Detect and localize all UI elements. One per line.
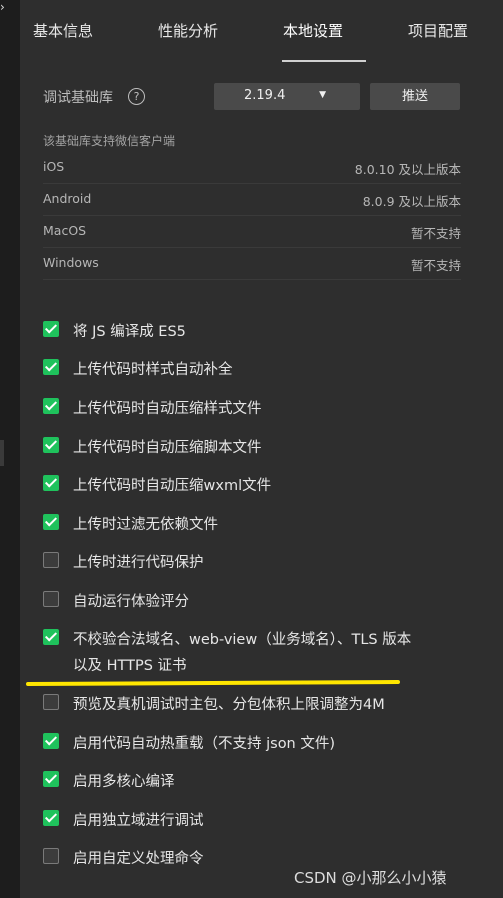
- support-value: 8.0.10 及以上版本: [354, 162, 461, 177]
- option-label: 启用独立域进行调试: [73, 813, 204, 829]
- tab-local-settings[interactable]: 本地设置: [283, 20, 343, 41]
- support-name: Android: [43, 191, 92, 206]
- version-value: 2.19.4: [244, 88, 286, 103]
- settings-panel: 基本信息 性能分析 本地设置 项目配置 调试基础库 ? 2.19.4 ▼ 推送 …: [20, 0, 503, 898]
- option-label: 将 JS 编译成 ES5: [73, 324, 186, 340]
- checkbox-checked[interactable]: [43, 437, 59, 453]
- support-row-ios: iOS 8.0.10 及以上版本: [43, 151, 461, 184]
- checkbox-unchecked[interactable]: [43, 848, 59, 864]
- support-value: 8.0.9 及以上版本: [362, 194, 461, 209]
- highlight-underline: [25, 680, 401, 686]
- checkbox-checked[interactable]: [43, 771, 59, 787]
- help-icon[interactable]: ?: [128, 88, 145, 105]
- checkbox-checked[interactable]: [43, 733, 59, 749]
- checkbox-checked[interactable]: [43, 475, 59, 491]
- checkbox-checked[interactable]: [43, 321, 59, 337]
- checkbox-checked[interactable]: [43, 398, 59, 414]
- tab-bar: 基本信息 性能分析 本地设置 项目配置: [20, 0, 503, 62]
- option-label: 不校验合法域名、web-view（业务域名）、TLS 版本以及 HTTPS 证书: [73, 632, 412, 674]
- option-label: 上传代码时自动压缩样式文件: [73, 401, 262, 417]
- checkbox-checked[interactable]: [43, 359, 59, 375]
- watermark: CSDN @小那么小小猿: [294, 869, 447, 887]
- support-name: iOS: [43, 159, 65, 174]
- support-row-macos: MacOS 暂不支持: [43, 215, 461, 248]
- support-value: 暂不支持: [410, 226, 461, 241]
- support-row-windows: Windows 暂不支持: [43, 247, 461, 280]
- tab-performance[interactable]: 性能分析: [158, 20, 218, 41]
- checkbox-checked[interactable]: [43, 629, 59, 645]
- option-label: 上传时进行代码保护: [73, 555, 204, 571]
- push-button[interactable]: 推送: [370, 83, 460, 110]
- caret-down-icon: ▼: [319, 90, 326, 100]
- option-label: 预览及真机调试时主包、分包体积上限调整为4M: [73, 697, 385, 713]
- close-mark-icon: ›: [0, 0, 5, 14]
- checkbox-unchecked[interactable]: [43, 552, 59, 568]
- checkbox-checked[interactable]: [43, 514, 59, 530]
- support-title: 该基础库支持微信客户端: [43, 134, 176, 148]
- support-row-android: Android 8.0.9 及以上版本: [43, 183, 461, 216]
- tab-project-config[interactable]: 项目配置: [408, 20, 468, 41]
- option-label: 上传代码时自动压缩脚本文件: [73, 440, 262, 456]
- checkbox-checked[interactable]: [43, 810, 59, 826]
- option-label: 自动运行体验评分: [73, 594, 189, 610]
- checkbox-unchecked[interactable]: [43, 591, 59, 607]
- option-label: 上传代码时样式自动补全: [73, 362, 233, 378]
- active-tab-indicator: [282, 60, 366, 62]
- support-name: Windows: [43, 255, 99, 270]
- checkbox-unchecked[interactable]: [43, 694, 59, 710]
- option-label: 启用多核心编译: [73, 774, 175, 790]
- support-value: 暂不支持: [410, 258, 461, 273]
- left-strip: ›: [0, 0, 20, 898]
- base-library-label: 调试基础库: [43, 90, 113, 106]
- tab-basic-info[interactable]: 基本信息: [33, 20, 93, 41]
- base-library-row: 调试基础库 ? 2.19.4 ▼ 推送: [43, 83, 483, 111]
- version-select[interactable]: 2.19.4 ▼: [214, 83, 360, 110]
- option-label: 启用代码自动热重载（不支持 json 文件): [73, 736, 336, 752]
- option-label: 上传代码时自动压缩wxml文件: [73, 478, 272, 494]
- support-name: MacOS: [43, 223, 87, 238]
- option-label: 上传时过滤无依赖文件: [73, 517, 218, 533]
- resize-handle[interactable]: [0, 440, 4, 466]
